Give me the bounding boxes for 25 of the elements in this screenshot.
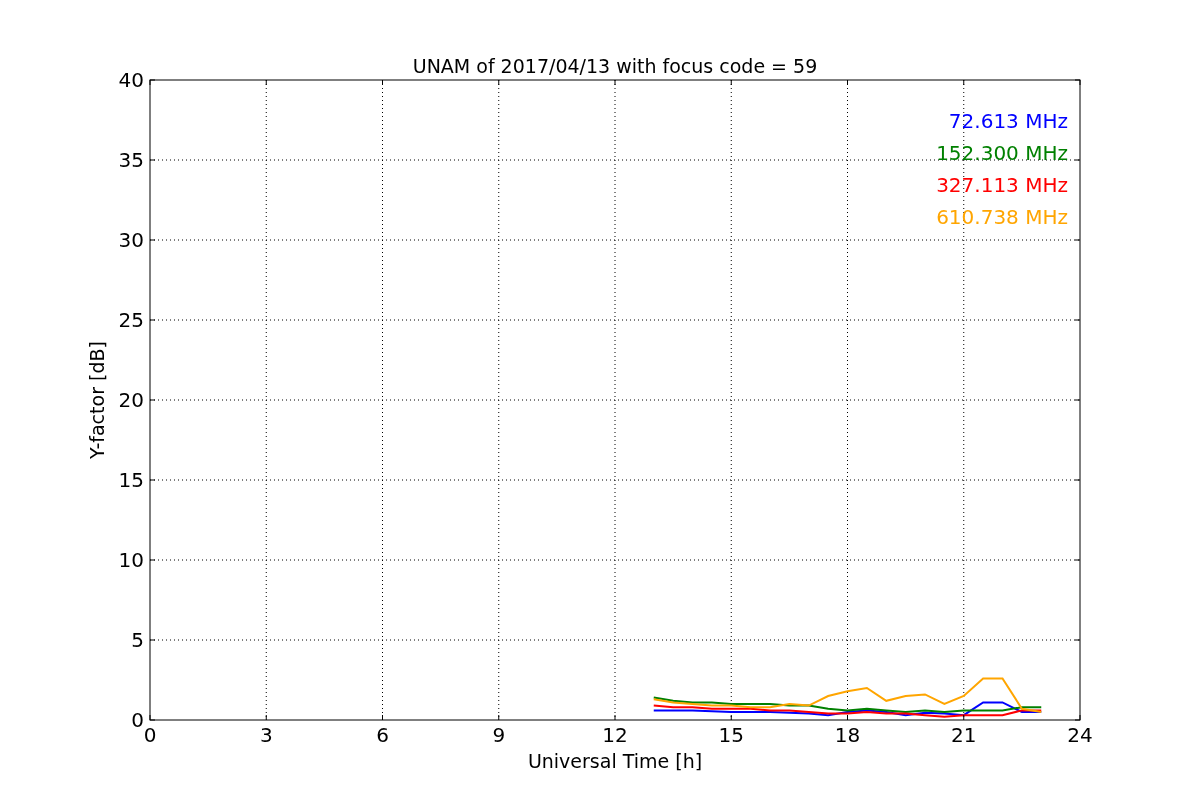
x-tick-label: 9: [492, 723, 506, 747]
x-tick-label: 6: [376, 723, 389, 747]
chart-title: UNAM of 2017/04/13 with focus code = 59: [412, 55, 818, 77]
x-tick-label: 21: [951, 723, 977, 747]
x-tick-label: 0: [143, 723, 157, 747]
x-tick-label: 12: [602, 723, 628, 747]
y-tick-label: 40: [118, 68, 144, 92]
y-tick-label: 15: [118, 468, 144, 492]
y-tick-label: 25: [118, 308, 144, 332]
y-tick-label: 35: [118, 148, 144, 172]
x-tick-label: 24: [1067, 723, 1093, 747]
x-tick-label: 18: [834, 723, 861, 747]
y-tick-label: 10: [118, 548, 144, 572]
y-tick-label: 30: [118, 228, 144, 252]
x-tick-label: 3: [259, 723, 273, 747]
y-tick-label: 20: [118, 388, 144, 412]
y-axis-label: Y-factor [dB]: [86, 341, 108, 459]
y-tick-label: 0: [131, 708, 144, 732]
x-tick-label: 15: [718, 723, 744, 747]
x-axis-label: Universal Time [h]: [527, 750, 703, 772]
legend-label: 610.738 MHz: [936, 205, 1068, 229]
legend-label: 327.113 MHz: [936, 173, 1068, 197]
legend-label: 72.613 MHz: [948, 109, 1068, 133]
legend-label: 152.300 MHz: [936, 141, 1068, 165]
y-tick-label: 5: [131, 628, 144, 652]
